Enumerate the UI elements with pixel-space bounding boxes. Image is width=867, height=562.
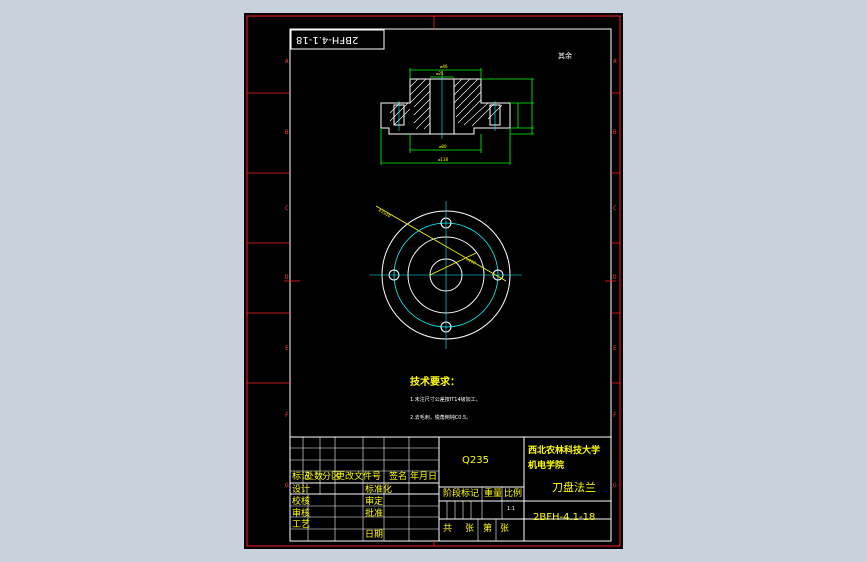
drawing-code: 2BFH-4.1-18 [533,512,596,523]
tech-requirements-title: 技术要求： [410,377,460,388]
stage-mark-header: 阶段标记 [443,489,480,499]
ruler-right-d: D [613,274,617,281]
material-label: Q235 [462,455,489,466]
ruler-left-d: D [285,274,289,281]
ruler-right-b: B [613,129,617,136]
ruler-right-e: E [613,345,617,352]
college-name: 机电学院 [528,461,565,471]
role-standard: 标准化 [365,485,393,495]
ruler-left-c: C [285,205,289,212]
weight-header: 重量 [484,489,503,499]
role-approve: 审定 [365,497,384,507]
tech-requirement-2: 2.去毛刺，锐角倒钝C0.5。 [410,415,472,421]
drawing-number-rotated: 2BFH-4.1-18 [296,34,359,45]
sheet-total-unit: 张 [465,524,475,534]
ruler-left-e: E [285,345,289,352]
ruler-left-a: A [285,58,289,65]
role-check: 校核 [292,497,311,507]
svg-text:⌀25: ⌀25 [436,71,444,76]
drawing-sheet: ⌀46 ⌀25 ⌀80 ⌀118 4×⌀10 ⌀102 A B C D E F … [244,13,623,549]
svg-text:⌀102: ⌀102 [466,256,478,265]
plan-view: 4×⌀10 ⌀102 [370,201,522,349]
tech-requirement-1: 1.未注尺寸公差按IT14级加工， [410,397,481,403]
role-ratify: 批准 [365,509,384,519]
roughness-note: 其余 [558,52,572,60]
rev-header-count: 处数 [305,472,324,482]
svg-text:4×⌀10: 4×⌀10 [378,208,392,219]
ruler-right-f: F [613,412,617,419]
svg-text:⌀80: ⌀80 [439,144,447,149]
ruler-right-g: G [613,482,617,489]
role-date: 日期 [365,530,384,540]
scale-value: 1:1 [507,506,516,512]
ruler-left-b: B [285,129,289,136]
rev-header-file: 更改文件号 [336,472,382,482]
rev-header-date: 年月日 [410,472,438,482]
role-review: 审核 [292,509,311,519]
sheet-current-unit: 张 [500,524,510,534]
ruler-right-a: A [613,58,617,65]
drawing-canvas: ⌀46 ⌀25 ⌀80 ⌀118 4×⌀10 ⌀102 [246,15,621,547]
section-view: ⌀46 ⌀25 ⌀80 ⌀118 [380,64,534,165]
sheet-current-label: 第 [483,524,493,534]
ruler-left-f: F [285,412,289,419]
ruler-right-c: C [613,205,617,212]
part-name: 刀盘法兰 [552,481,596,494]
role-design: 设计 [292,485,311,495]
role-process: 工艺 [292,520,311,530]
ruler-left-g: G [285,482,289,489]
svg-text:⌀118: ⌀118 [438,157,448,162]
rev-header-sign: 签名 [389,472,408,482]
school-name: 西北农林科技大学 [528,446,601,456]
svg-text:⌀46: ⌀46 [440,64,448,69]
scale-header: 比例 [504,489,523,499]
sheet-total-label: 共 [443,524,453,534]
